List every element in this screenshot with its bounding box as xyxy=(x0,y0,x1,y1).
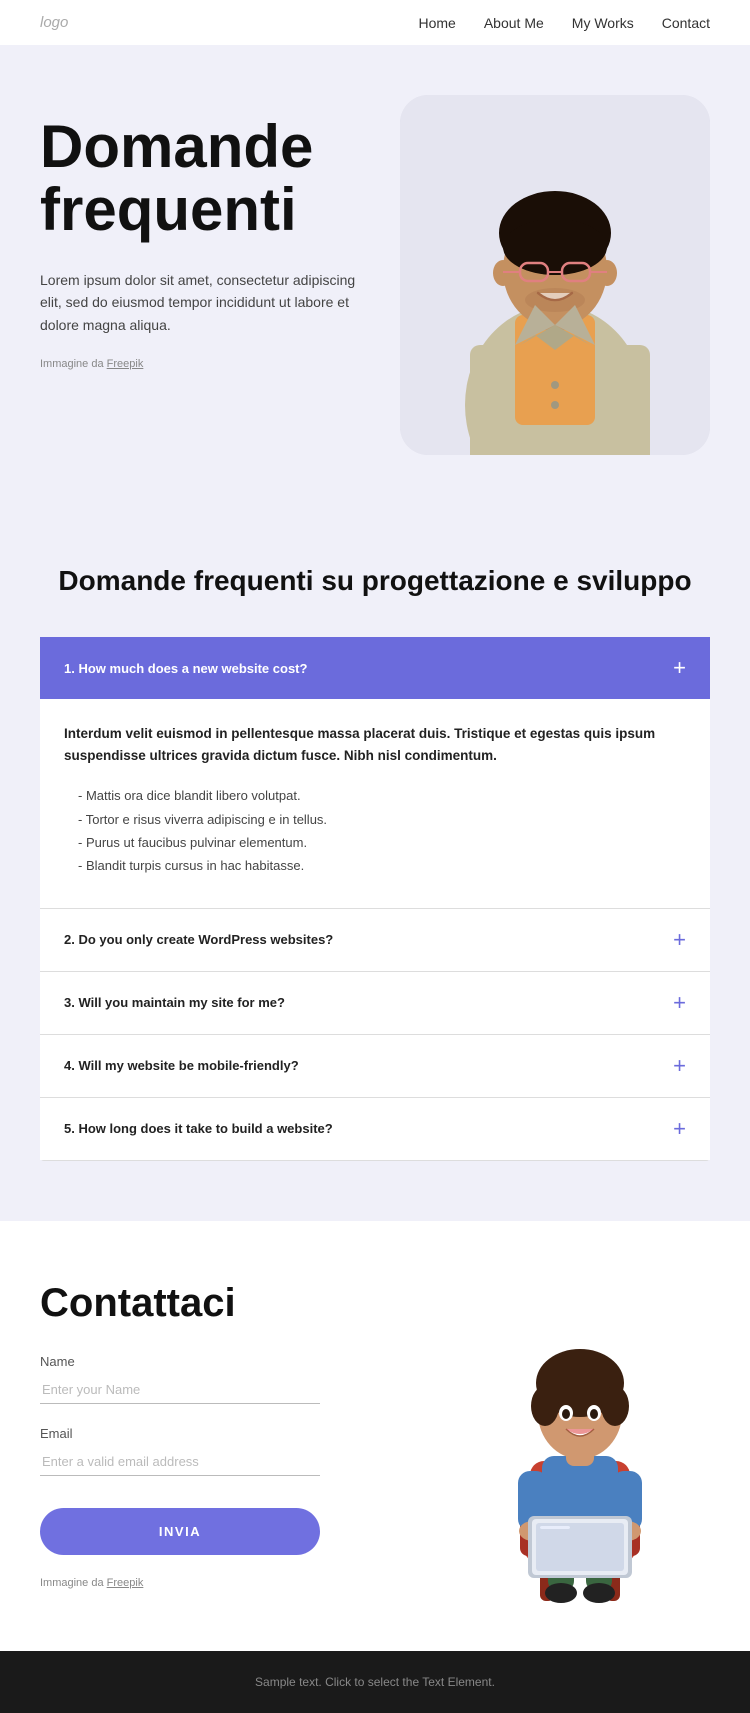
faq-item-1: 1. How much does a new website cost? + I… xyxy=(40,637,710,909)
faq-section-title: Domande frequenti su progettazione e svi… xyxy=(40,565,710,597)
contact-image-credit: Immagine da Freepik xyxy=(40,1577,420,1589)
nav-about-me[interactable]: About Me xyxy=(484,15,544,31)
faq-header-2[interactable]: 2. Do you only create WordPress websites… xyxy=(40,909,710,971)
faq-toggle-1: + xyxy=(673,657,686,679)
hero-image xyxy=(400,95,710,455)
nav-links: Home About Me My Works Contact xyxy=(418,15,710,31)
contact-name-input[interactable] xyxy=(40,1375,320,1404)
nav-my-works[interactable]: My Works xyxy=(572,15,634,31)
faq-header-4[interactable]: 4. Will my website be mobile-friendly? + xyxy=(40,1035,710,1097)
faq-bullets-1: Mattis ora dice blandit libero volutpat.… xyxy=(64,784,686,878)
contact-illustration xyxy=(450,1281,710,1611)
faq-question-3: 3. Will you maintain my site for me? xyxy=(64,995,285,1010)
footer: Sample text. Click to select the Text El… xyxy=(0,1651,750,1713)
contact-email-input[interactable] xyxy=(40,1447,320,1476)
invia-button[interactable]: INVIA xyxy=(40,1508,320,1555)
contact-section: Contattaci Name Email INVIA Immagine da … xyxy=(0,1221,750,1651)
faq-section: Domande frequenti su progettazione e svi… xyxy=(0,505,750,1221)
faq-question-1: 1. How much does a new website cost? xyxy=(64,661,307,676)
faq-question-2: 2. Do you only create WordPress websites… xyxy=(64,932,333,947)
footer-text: Sample text. Click to select the Text El… xyxy=(255,1675,495,1689)
hero-freepik-link[interactable]: Freepik xyxy=(107,358,144,370)
navbar: logo Home About Me My Works Contact xyxy=(0,0,750,45)
faq-toggle-3: + xyxy=(673,992,686,1014)
contact-title: Contattaci xyxy=(40,1281,420,1326)
contact-form-area: Contattaci Name Email INVIA Immagine da … xyxy=(40,1281,420,1589)
faq-header-1[interactable]: 1. How much does a new website cost? + xyxy=(40,637,710,699)
faq-item-5: 5. How long does it take to build a webs… xyxy=(40,1098,710,1161)
hero-text: Domande frequenti Lorem ipsum dolor sit … xyxy=(40,105,380,394)
faq-body-1: Interdum velit euismod in pellentesque m… xyxy=(40,699,710,908)
hero-section: Domande frequenti Lorem ipsum dolor sit … xyxy=(0,45,750,505)
faq-question-5: 5. How long does it take to build a webs… xyxy=(64,1121,333,1136)
hero-description: Lorem ipsum dolor sit amet, consectetur … xyxy=(40,269,360,336)
faq-bullet-1-1: Mattis ora dice blandit libero volutpat. xyxy=(64,784,686,807)
faq-item-3: 3. Will you maintain my site for me? + xyxy=(40,972,710,1035)
nav-contact[interactable]: Contact xyxy=(662,15,710,31)
faq-item-2: 2. Do you only create WordPress websites… xyxy=(40,909,710,972)
faq-bold-text-1: Interdum velit euismod in pellentesque m… xyxy=(64,723,686,766)
contact-name-field: Name xyxy=(40,1354,420,1404)
faq-toggle-4: + xyxy=(673,1055,686,1077)
faq-header-5[interactable]: 5. How long does it take to build a webs… xyxy=(40,1098,710,1160)
faq-toggle-5: + xyxy=(673,1118,686,1140)
faq-bullet-1-3: Purus ut faucibus pulvinar elementum. xyxy=(64,831,686,854)
faq-toggle-2: + xyxy=(673,929,686,951)
contact-name-label: Name xyxy=(40,1354,420,1369)
hero-image-credit: Immagine da Freepik xyxy=(40,356,360,374)
faq-question-4: 4. Will my website be mobile-friendly? xyxy=(64,1058,299,1073)
faq-bullet-1-4: Blandit turpis cursus in hac habitasse. xyxy=(64,854,686,877)
logo: logo xyxy=(40,14,68,31)
faq-item-4: 4. Will my website be mobile-friendly? + xyxy=(40,1035,710,1098)
nav-home[interactable]: Home xyxy=(418,15,455,31)
contact-email-field: Email xyxy=(40,1426,420,1476)
contact-person-svg xyxy=(470,1311,690,1611)
faq-header-3[interactable]: 3. Will you maintain my site for me? + xyxy=(40,972,710,1034)
contact-freepik-link[interactable]: Freepik xyxy=(107,1577,144,1589)
hero-person-svg xyxy=(400,95,710,455)
faq-bullet-1-2: Tortor e risus viverra adipiscing e in t… xyxy=(64,808,686,831)
contact-email-label: Email xyxy=(40,1426,420,1441)
hero-title: Domande frequenti xyxy=(40,115,380,241)
